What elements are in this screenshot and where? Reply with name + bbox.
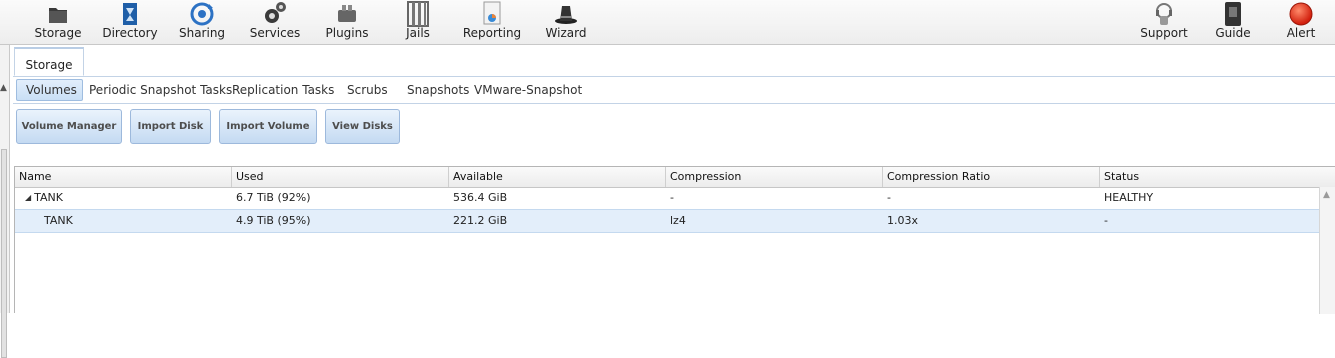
toolbar-label-directory: Directory — [102, 26, 158, 40]
toolbar-services[interactable]: Services — [250, 0, 300, 44]
cell-status: HEALTHY — [1104, 191, 1154, 204]
storage-icon — [44, 0, 72, 28]
reporting-icon — [478, 0, 506, 28]
sub-tab-bar: Volumes Periodic Snapshot Tasks Replicat… — [13, 76, 1335, 104]
tab-storage[interactable]: Storage — [14, 47, 84, 76]
toolbar-label-sharing: Sharing — [178, 26, 226, 40]
toolbar-alert[interactable]: Alert — [1284, 0, 1318, 44]
column-header-available[interactable]: Available — [449, 167, 666, 187]
cell-compression: lz4 — [670, 214, 686, 227]
tab-vmware-snapshot[interactable]: VMware-Snapshot — [465, 79, 591, 101]
toolbar-label-support: Support — [1140, 26, 1188, 40]
tab-scrubs[interactable]: Scrubs — [338, 79, 397, 101]
column-header-name[interactable]: Name — [15, 167, 232, 187]
toolbar-wizard[interactable]: Wizard — [545, 0, 587, 44]
alert-icon — [1287, 0, 1315, 28]
support-icon — [1150, 0, 1178, 28]
cell-name-text: TANK — [34, 191, 63, 204]
toolbar-support[interactable]: Support — [1140, 0, 1188, 44]
cell-name: ◢ TANK — [21, 187, 232, 209]
directory-icon — [116, 0, 144, 28]
toolbar-label-wizard: Wizard — [545, 26, 587, 40]
cell-used: 6.7 TiB (92%) — [236, 191, 311, 204]
toolbar-directory[interactable]: Directory — [102, 0, 158, 44]
cell-compression-ratio: - — [887, 191, 891, 204]
toolbar-label-alert: Alert — [1286, 26, 1316, 40]
top-toolbar: rk Storage Directory Sharing Services Pl… — [0, 0, 1335, 45]
cell-compression-ratio: 1.03x — [887, 214, 919, 227]
toolbar-label-plugins: Plugins — [325, 26, 369, 40]
services-icon — [261, 0, 289, 28]
column-header-compression[interactable]: Compression — [666, 167, 883, 187]
volumes-table: Name Used Available Compression Compress… — [14, 166, 1335, 314]
column-header-used[interactable]: Used — [232, 167, 449, 187]
toolbar-sharing[interactable]: Sharing — [178, 0, 226, 44]
toolbar-reporting[interactable]: Reporting — [462, 0, 522, 44]
left-collapsed-panel: ▲ — [0, 45, 10, 358]
guide-icon — [1219, 0, 1247, 28]
toolbar-label-jails: Jails — [406, 26, 430, 40]
wizard-icon — [552, 0, 580, 28]
cell-name: TANK — [44, 214, 73, 227]
plugins-icon — [333, 0, 361, 28]
tab-replication-tasks[interactable]: Replication Tasks — [223, 79, 343, 101]
collapse-arrow-icon[interactable]: ▲ — [0, 83, 7, 93]
jails-icon — [404, 0, 432, 28]
view-disks-button[interactable]: View Disks — [325, 109, 400, 144]
toolbar-plugins[interactable]: Plugins — [325, 0, 369, 44]
cell-available: 221.2 GiB — [453, 214, 508, 227]
cell-status: - — [1104, 214, 1108, 227]
toolbar-label-storage: Storage — [34, 26, 82, 40]
column-header-compression-ratio[interactable]: Compression Ratio — [883, 167, 1100, 187]
toolbar-label-guide: Guide — [1215, 26, 1251, 40]
cell-used: 4.9 TiB (95%) — [236, 214, 311, 227]
toolbar-storage[interactable]: Storage — [35, 0, 81, 44]
toolbar-label-reporting: Reporting — [462, 26, 522, 40]
cell-available: 536.4 GiB — [453, 191, 508, 204]
tab-periodic-snapshot-tasks[interactable]: Periodic Snapshot Tasks — [80, 79, 241, 101]
cell-compression: - — [670, 191, 674, 204]
table-row[interactable]: ◢ TANK 6.7 TiB (92%) 536.4 GiB - - HEALTH… — [15, 187, 1319, 210]
toolbar-jails[interactable]: Jails — [402, 0, 434, 44]
toolbar-label-services: Services — [249, 26, 301, 40]
main-tab-bar: Storage — [13, 47, 1335, 77]
table-row[interactable]: TANK 4.9 TiB (95%) 221.2 GiB lz4 1.03x - — [15, 209, 1319, 233]
scroll-up-arrow-icon[interactable]: ▲ — [1323, 190, 1330, 200]
expand-triangle-icon[interactable]: ◢ — [25, 193, 31, 202]
import-disk-button[interactable]: Import Disk — [130, 109, 211, 144]
sharing-icon — [188, 0, 216, 28]
column-header-status[interactable]: Status — [1100, 167, 1335, 187]
tab-volumes[interactable]: Volumes — [16, 79, 83, 101]
toolbar-guide[interactable]: Guide — [1214, 0, 1252, 44]
left-scrollbar[interactable] — [1, 149, 7, 358]
table-scrollbar[interactable]: ▲ — [1319, 187, 1335, 314]
import-volume-button[interactable]: Import Volume — [219, 109, 317, 144]
table-header: Name Used Available Compression Compress… — [15, 167, 1335, 188]
volume-manager-button[interactable]: Volume Manager — [16, 109, 122, 144]
